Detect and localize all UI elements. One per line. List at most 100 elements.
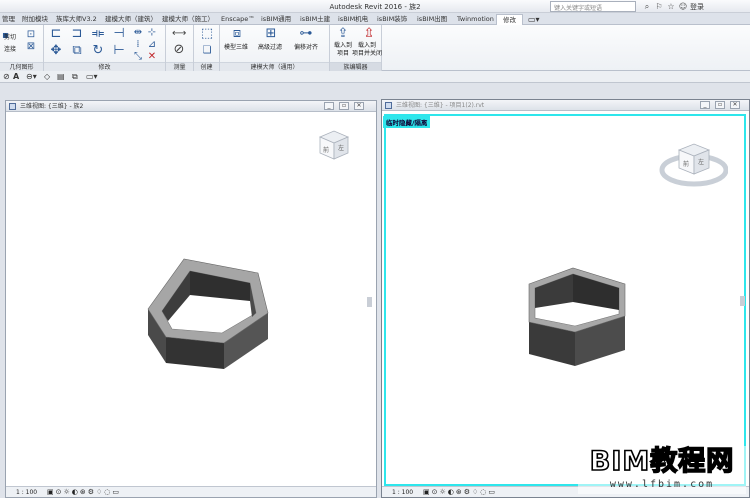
model-3d-icon[interactable]: ⧈ — [228, 26, 246, 42]
join-button[interactable]: 连接 — [4, 44, 16, 53]
trim-extend-icon[interactable]: ⊢ — [110, 43, 128, 59]
dimension-icon[interactable]: ⊘ — [170, 42, 188, 58]
mirror-icon[interactable]: ⟚ — [89, 26, 107, 42]
model-3d-button[interactable]: 模型三维 — [224, 44, 248, 52]
tab-enscape[interactable]: Enscape™ — [221, 14, 255, 25]
rotate-icon[interactable]: ↻ — [89, 43, 107, 59]
unpin-icon[interactable]: ⊿ — [146, 39, 158, 51]
ribbon-toggle-icon[interactable]: ▭▾ — [528, 14, 540, 25]
panel-modify: ⊏ ✥ ⊐ ⧉ ⟚ ↻ ⊣ ⊢ ⇹ ⁞ ⤡ ⊹ ⊿ ✕ 修改 — [44, 25, 166, 71]
3d-view-icon — [385, 102, 392, 109]
create-similar-icon[interactable]: ❏ — [201, 45, 213, 57]
tab-manage[interactable]: 管理 — [2, 14, 15, 25]
star-icon[interactable]: ☆ — [666, 1, 676, 12]
tab-modelmaster-const[interactable]: 建模大师（施工） — [162, 14, 214, 25]
tile-icon[interactable]: ▤ — [57, 72, 65, 82]
trim-icon[interactable]: ⊣ — [110, 26, 128, 42]
tab-isbim-mep[interactable]: isBIM机电 — [338, 14, 368, 25]
join-dropdown-icon[interactable]: ⊠ — [25, 41, 37, 53]
restore-button[interactable]: ▫ — [339, 102, 349, 110]
pin-icon[interactable]: ⊹ — [146, 27, 158, 39]
scrollbar-handle[interactable] — [740, 296, 745, 306]
view-title-right-text: 三维视图: {三维} - 项目1(2).rvt — [396, 102, 485, 109]
view-title-right: 三维视图: {三维} - 项目1(2).rvt _ ▫ ✕ — [382, 100, 749, 111]
offset-align-button[interactable]: 偏移对齐 — [294, 44, 318, 52]
close-button[interactable]: ✕ — [354, 102, 364, 110]
minimize-button[interactable]: _ — [700, 101, 710, 109]
view-scale-left[interactable]: 1 : 100 — [16, 489, 37, 496]
binoculars-icon[interactable]: ⌕ — [642, 1, 652, 12]
watermark-logo: BIM教程网 — [589, 445, 735, 478]
copy-icon[interactable]: ⧉ — [68, 43, 86, 59]
tab-family-master[interactable]: 族库大师V3.2 — [56, 14, 97, 25]
viewcube-face-left: 左 — [698, 158, 704, 166]
viewcube-face-front: 前 — [323, 146, 329, 154]
tab-isbim-drawing[interactable]: isBIM出图 — [417, 14, 447, 25]
view-title-left-text: 三维视图: {三维} - 族2 — [20, 103, 84, 110]
load-close-icon[interactable]: ⇫ — [360, 26, 378, 42]
cut-dropdown-icon[interactable]: ⊡ — [25, 29, 37, 41]
panel-modelmaster: ⧈ 模型三维 ⊞ 高级过滤 ⊶ 偏移对齐 建模大师（通用） — [220, 25, 330, 71]
panel-label-modify: 修改 — [44, 62, 165, 71]
tab-modify[interactable]: 修改 — [496, 14, 523, 25]
panel-label-modelmaster: 建模大师（通用） — [220, 62, 329, 71]
viewcube-left[interactable]: 左 前 — [314, 125, 354, 165]
restore-button[interactable]: ▫ — [715, 101, 725, 109]
filter-icon[interactable]: ⊞ — [262, 26, 280, 42]
pointer-icon[interactable]: ◇ — [44, 72, 50, 82]
switch-window-icon[interactable]: ⧉ — [72, 72, 78, 82]
view-title-left: 三维视图: {三维} - 族2 _ ▫ ✕ — [6, 101, 376, 112]
view-control-bar-left: 1 : 100 ▣⊙☼◐⊛⚙♢◌▭ — [6, 486, 376, 497]
tab-twinmotion[interactable]: Twinmotion — [457, 14, 494, 25]
tab-isbim-civil[interactable]: isBIM土建 — [300, 14, 330, 25]
measure-icon[interactable]: ⟷ — [172, 28, 186, 40]
align-icon[interactable]: ⊏ — [47, 26, 65, 42]
panel-geometry: ▪ 剪切 ⊡ 连接 ⊠ 几何图形 — [0, 25, 44, 71]
view-controls-icon[interactable]: ▣⊙☼◐⊛⚙♢◌▭ — [423, 488, 497, 496]
text-icon[interactable]: A — [13, 72, 19, 82]
viewcube-right[interactable]: 左 前 — [658, 134, 728, 194]
watermark-url: www.lfbim.com — [609, 479, 715, 490]
tab-isbim-general[interactable]: isBIM通用 — [261, 14, 291, 25]
minimize-button[interactable]: _ — [324, 102, 334, 110]
user-icon[interactable]: ☺ — [678, 1, 688, 12]
view-window-left[interactable]: 三维视图: {三维} - 族2 _ ▫ ✕ 左 前 1 : 100 ▣⊙☼◐⊛⚙… — [5, 100, 377, 498]
move-icon[interactable]: ✥ — [47, 43, 65, 59]
viewcube-face-left: 左 — [338, 144, 344, 152]
panel-create: ⬚ ❏ 创建 — [194, 25, 220, 71]
tab-modelmaster-arch[interactable]: 建模大师（建筑） — [105, 14, 157, 25]
hexagon-wall-model-left[interactable] — [140, 251, 276, 373]
panel-measure: ⟷ ⊘ 测量 — [166, 25, 194, 71]
login-button[interactable]: 登录 — [690, 2, 704, 12]
advanced-filter-button[interactable]: 高级过滤 — [258, 44, 282, 52]
cut-button[interactable]: 剪切 — [4, 32, 16, 41]
hexagon-wall-model-right[interactable] — [525, 262, 629, 374]
title-bar: Autodesk Revit 2016 - 族2 键入关键字或短语 ⌕ ⚐ ☆ … — [0, 0, 750, 13]
view-controls-icon[interactable]: ▣⊙☼◐⊛⚙♢◌▭ — [47, 488, 121, 496]
load-to-project-close-button[interactable]: 载入到 项目并关闭 — [352, 42, 382, 58]
temporary-isolate-badge: 临时隐藏/隔离 — [383, 116, 431, 128]
panel-label-create: 创建 — [194, 62, 219, 71]
subscription-icon[interactable]: ⚐ — [654, 1, 664, 12]
panel-family-editor: ⇪ 载入到 项目 ⇫ 载入到 项目并关闭 族编辑器 — [330, 25, 382, 71]
array-icon[interactable]: ⁞ — [132, 39, 144, 51]
scrollbar-handle[interactable] — [367, 297, 372, 307]
ribbon-tab-bar: 管理 附加模块 族库大师V3.2 建模大师（建筑） 建模大师（施工） Ensca… — [0, 13, 750, 25]
view-scale-right[interactable]: 1 : 100 — [392, 489, 413, 496]
tab-isbim-decor[interactable]: isBIM装饰 — [377, 14, 407, 25]
offset-icon[interactable]: ⊐ — [68, 26, 86, 42]
measure-tool-icon[interactable]: ⊖▾ — [26, 72, 37, 82]
split-icon[interactable]: ⇹ — [132, 27, 144, 39]
ribbon: ▪ 剪切 ⊡ 连接 ⊠ 几何图形 ⊏ ✥ ⊐ ⧉ ⟚ ↻ ⊣ ⊢ ⇹ ⁞ ⤡ ⊹… — [0, 25, 750, 71]
search-input[interactable]: 键入关键字或短语 — [550, 1, 636, 12]
view-window-right[interactable]: 三维视图: {三维} - 项目1(2).rvt _ ▫ ✕ 左 前 1 : 10… — [381, 99, 750, 498]
create-group-icon[interactable]: ⬚ — [198, 26, 216, 42]
panel-label-geometry: 几何图形 — [0, 62, 43, 71]
close-hidden-icon[interactable]: ▭▾ — [86, 72, 98, 82]
load-project-icon[interactable]: ⇪ — [334, 26, 352, 42]
modify-tool-icon[interactable]: ⊘ — [3, 72, 10, 82]
offset-align-icon[interactable]: ⊶ — [297, 26, 315, 42]
panel-label-measure: 测量 — [166, 62, 193, 71]
tab-addins[interactable]: 附加模块 — [22, 14, 48, 25]
close-button[interactable]: ✕ — [730, 101, 740, 109]
